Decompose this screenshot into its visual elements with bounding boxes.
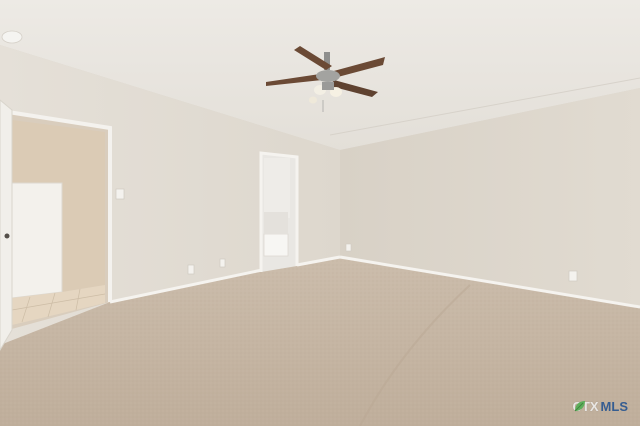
- interior-door: [11, 182, 63, 299]
- listing-watermark: CTX MLS: [573, 399, 628, 414]
- left-edge-door: [0, 99, 13, 351]
- smoke-detector: [1, 30, 23, 44]
- fan-motor: [316, 70, 340, 82]
- outlet-corner: [345, 243, 352, 252]
- light-switch: [115, 188, 125, 200]
- outlet-right: [568, 270, 578, 282]
- outlet-mid: [219, 258, 226, 268]
- bathroom-inner-wall: [264, 158, 290, 218]
- outlet-left: [187, 264, 195, 275]
- left-door-handle: [4, 233, 10, 239]
- bathroom-tile: [264, 212, 288, 234]
- room-illustration: [0, 0, 640, 426]
- bathroom-tub: [263, 233, 289, 257]
- room-photo: CTX MLS: [0, 0, 640, 426]
- leaf-icon: [574, 401, 585, 412]
- watermark-part-b: MLS: [600, 399, 628, 414]
